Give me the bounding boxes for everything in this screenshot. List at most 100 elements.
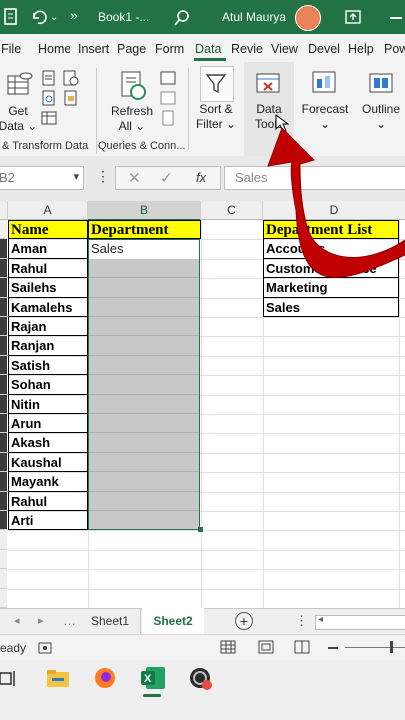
insert-function-icon[interactable]: fx — [196, 170, 206, 185]
department-list-cell[interactable]: Sales — [263, 297, 399, 317]
recent-sources-icon[interactable] — [63, 70, 79, 86]
cancel-icon[interactable]: ✕ — [128, 169, 141, 187]
name-cell[interactable]: Ranjan — [8, 336, 88, 356]
name-cell[interactable]: Nitin — [8, 394, 88, 414]
refresh-all-button[interactable]: Refresh All ⌄ — [108, 104, 156, 134]
row-header[interactable] — [0, 336, 7, 356]
zoom-out-icon[interactable] — [328, 647, 338, 649]
tab-power[interactable]: Pow — [384, 42, 405, 56]
department-list-cell[interactable]: Marketing — [263, 278, 399, 298]
fill-handle[interactable] — [198, 527, 203, 533]
horizontal-scrollbar[interactable]: ◂ — [315, 614, 405, 630]
column-header-c[interactable]: C — [201, 201, 263, 220]
column-header-a[interactable]: A — [8, 201, 88, 220]
name-cell[interactable]: Rajan — [8, 317, 88, 337]
tab-home[interactable]: Home — [38, 42, 70, 56]
filter-icon[interactable] — [205, 72, 227, 94]
tab-file[interactable]: File — [1, 42, 21, 56]
data-tools-icon[interactable] — [255, 72, 281, 96]
scroll-right-icon[interactable]: ▸ — [38, 614, 44, 627]
outline-icon[interactable] — [368, 70, 394, 96]
add-sheet-icon[interactable]: + — [235, 612, 253, 630]
row-header[interactable] — [0, 530, 7, 550]
enter-icon[interactable]: ✓ — [160, 169, 173, 187]
page-break-icon[interactable] — [294, 640, 310, 654]
name-box[interactable]: B2 ▾ — [0, 166, 84, 190]
column-header-d[interactable]: D — [263, 201, 405, 220]
name-cell[interactable]: Arti — [8, 511, 88, 531]
queries-connections-icon[interactable] — [160, 70, 176, 86]
edit-links-icon[interactable] — [160, 110, 176, 126]
row-header[interactable] — [0, 394, 7, 414]
avatar[interactable] — [295, 5, 321, 31]
task-view-icon[interactable] — [0, 670, 16, 688]
firefox-icon[interactable] — [93, 666, 117, 690]
name-cell[interactable]: Rahul — [8, 258, 88, 279]
tab-formulas[interactable]: Form — [155, 42, 184, 56]
excel-file-icon[interactable] — [4, 8, 18, 26]
row-header[interactable] — [0, 239, 7, 259]
refresh-all-icon[interactable] — [118, 70, 148, 102]
from-web-icon[interactable] — [41, 90, 57, 106]
undo-dropdown-icon[interactable]: ⌄ — [50, 12, 58, 23]
tab-data[interactable]: Data — [195, 42, 221, 56]
tab-insert[interactable]: Insert — [78, 42, 109, 56]
from-table-icon[interactable] — [41, 110, 57, 126]
row-header[interactable] — [0, 414, 7, 434]
file-explorer-icon[interactable] — [46, 668, 70, 688]
row-header[interactable] — [0, 258, 7, 279]
sheet-tab-sheet2[interactable]: Sheet2 — [142, 608, 204, 636]
name-cell[interactable]: Aman — [8, 239, 88, 259]
normal-view-icon[interactable] — [220, 640, 236, 654]
search-icon[interactable] — [173, 9, 191, 27]
column-header-b[interactable]: B — [88, 201, 201, 221]
name-cell[interactable]: Rahul — [8, 491, 88, 511]
name-cell[interactable]: Akash — [8, 433, 88, 453]
outline-button[interactable]: Outline ⌄ — [356, 102, 405, 132]
existing-connections-icon[interactable] — [63, 90, 79, 106]
row-header[interactable] — [0, 569, 7, 589]
header-name-cell[interactable]: Name — [8, 220, 88, 240]
sort-filter-button[interactable]: Sort & Filter ⌄ — [190, 102, 242, 132]
department-list-cell[interactable]: Customer Service — [263, 258, 399, 279]
page-layout-icon[interactable] — [258, 640, 274, 654]
row-header[interactable] — [0, 433, 7, 453]
zoom-slider[interactable] — [345, 647, 405, 648]
minimize-icon[interactable] — [390, 17, 402, 19]
row-header[interactable] — [0, 317, 7, 337]
tab-help[interactable]: Help — [348, 42, 374, 56]
tab-view[interactable]: View — [271, 42, 298, 56]
name-cell[interactable]: Sohan — [8, 375, 88, 395]
excel-icon[interactable]: X — [140, 666, 166, 690]
row-header[interactable] — [0, 511, 7, 531]
properties-icon[interactable] — [160, 90, 176, 106]
department-list-cell[interactable]: Accounts — [263, 239, 399, 259]
row-header[interactable] — [0, 472, 7, 492]
row-header[interactable] — [0, 355, 7, 376]
scroll-left-icon[interactable]: ◂ — [14, 614, 20, 627]
more-commands-icon[interactable]: » — [70, 7, 78, 23]
forecast-icon[interactable] — [310, 70, 338, 96]
tab-page[interactable]: Page — [117, 42, 146, 56]
accessibility-icon[interactable] — [38, 641, 52, 655]
name-cell[interactable]: Mayank — [8, 472, 88, 492]
ribbon-display-icon[interactable] — [345, 10, 361, 24]
select-all-corner[interactable] — [0, 201, 8, 220]
name-cell[interactable]: Kamalehs — [8, 297, 88, 317]
name-cell[interactable]: Satish — [8, 355, 88, 376]
row-header[interactable] — [0, 297, 7, 317]
row-header[interactable] — [0, 549, 7, 570]
formula-input[interactable]: Sales — [224, 166, 405, 190]
tab-review[interactable]: Revie — [231, 42, 263, 56]
sheet-tab-sheet1[interactable]: Sheet1 — [80, 609, 141, 634]
more-sheets-icon[interactable]: … — [63, 613, 76, 628]
tab-options-icon[interactable]: ⋮ — [295, 613, 308, 629]
row-header[interactable] — [0, 278, 7, 298]
obs-icon[interactable] — [188, 666, 214, 692]
forecast-button[interactable]: Forecast ⌄ — [298, 102, 352, 132]
more-options-icon[interactable]: ⋮ — [96, 168, 110, 185]
row-header[interactable] — [0, 220, 7, 240]
zoom-slider-thumb[interactable] — [390, 641, 393, 653]
name-cell[interactable]: Sailehs — [8, 278, 88, 298]
row-header[interactable] — [0, 375, 7, 395]
